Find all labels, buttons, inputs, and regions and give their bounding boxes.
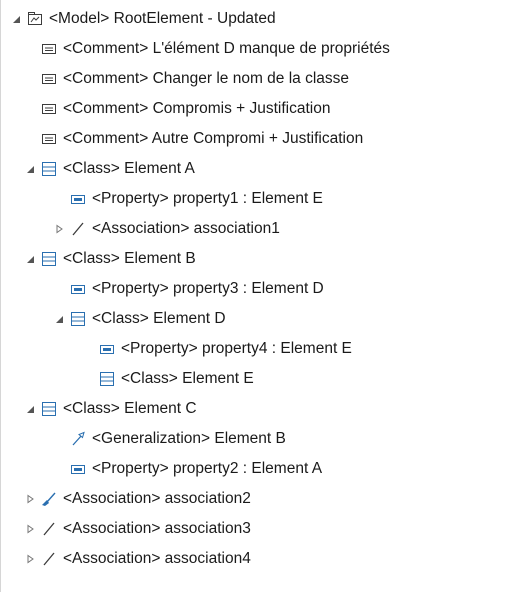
class-icon (41, 161, 57, 177)
association-icon (70, 221, 86, 237)
expanded-arrow-icon[interactable] (24, 403, 36, 415)
generalization-icon (70, 431, 86, 447)
comment-icon (41, 131, 57, 147)
property-icon (99, 341, 115, 357)
expanded-arrow-icon[interactable] (53, 313, 65, 325)
tree-item-label: <Comment> Autre Compromi + Justification (63, 130, 364, 147)
property-icon (70, 191, 86, 207)
tree-item-label: <Property> property1 : Element E (92, 190, 323, 207)
tree-item-association[interactable]: <Association> association3 (24, 515, 251, 543)
collapsed-arrow-icon[interactable] (24, 553, 36, 565)
association-navigable-icon (41, 491, 57, 507)
tree-item-class[interactable]: <Class> Element C (24, 395, 197, 423)
association-icon (41, 551, 57, 567)
expanded-arrow-icon[interactable] (24, 163, 36, 175)
tree-item-association[interactable]: <Association> association1 (53, 215, 280, 243)
tree-item-comment[interactable]: <Comment> Autre Compromi + Justification (41, 125, 363, 153)
property-icon (70, 281, 86, 297)
class-icon (41, 401, 57, 417)
tree-item-comment[interactable]: <Comment> Changer le nom de la classe (41, 65, 349, 93)
tree-item-property[interactable]: <Property> property1 : Element E (70, 185, 323, 213)
tree-item-label: <Association> association3 (63, 520, 251, 537)
collapsed-arrow-icon[interactable] (24, 493, 36, 505)
tree-item-class[interactable]: <Class> Element E (99, 365, 254, 393)
collapsed-arrow-icon[interactable] (53, 223, 65, 235)
model-icon (27, 11, 43, 27)
association-icon (41, 521, 57, 537)
tree-item-label: <Class> Element B (63, 250, 196, 267)
tree-item-generalization[interactable]: <Generalization> Element B (70, 425, 286, 453)
class-icon (41, 251, 57, 267)
tree-item-label: <Property> property3 : Element D (92, 280, 324, 297)
tree-item-property[interactable]: <Property> property4 : Element E (99, 335, 352, 363)
comment-icon (41, 71, 57, 87)
tree-item-label: <Generalization> Element B (92, 430, 286, 447)
comment-icon (41, 101, 57, 117)
tree-item-label: <Comment> L'élément D manque de propriét… (63, 40, 390, 57)
tree-item-label: <Property> property2 : Element A (92, 460, 323, 477)
tree-item-comment[interactable]: <Comment> Compromis + Justification (41, 95, 330, 123)
tree-item-root-model[interactable]: <Model> RootElement - Updated (10, 5, 276, 33)
expanded-arrow-icon[interactable] (24, 253, 36, 265)
collapsed-arrow-icon[interactable] (24, 523, 36, 535)
tree-item-comment[interactable]: <Comment> L'élément D manque de propriét… (41, 35, 390, 63)
tree-item-association[interactable]: <Association> association4 (24, 545, 251, 573)
comment-icon (41, 41, 57, 57)
class-icon (99, 371, 115, 387)
tree-item-class[interactable]: <Class> Element B (24, 245, 196, 273)
tree-item-label: <Association> association1 (92, 220, 280, 237)
tree-item-label: <Comment> Changer le nom de la classe (63, 70, 350, 87)
class-icon (70, 311, 86, 327)
tree-item-label: <Property> property4 : Element E (121, 340, 352, 357)
property-icon (70, 461, 86, 477)
tree-item-property[interactable]: <Property> property3 : Element D (70, 275, 324, 303)
tree-item-association[interactable]: <Association> association2 (24, 485, 251, 513)
tree-item-label: <Class> Element D (92, 310, 226, 327)
tree-item-class[interactable]: <Class> Element D (53, 305, 226, 333)
expanded-arrow-icon[interactable] (10, 13, 22, 25)
model-tree: <Model> RootElement - Updated <Comment> … (0, 0, 517, 592)
tree-item-class[interactable]: <Class> Element A (24, 155, 195, 183)
tree-item-label: <Comment> Compromis + Justification (63, 100, 331, 117)
tree-item-label: <Association> association2 (63, 490, 251, 507)
tree-item-label: <Class> Element C (63, 400, 197, 417)
tree-item-label: <Class> Element E (121, 370, 254, 387)
tree-item-label: <Association> association4 (63, 550, 251, 567)
tree-item-label: <Class> Element A (63, 160, 195, 177)
tree-item-property[interactable]: <Property> property2 : Element A (70, 455, 322, 483)
tree-item-label: <Model> RootElement - Updated (49, 10, 276, 27)
